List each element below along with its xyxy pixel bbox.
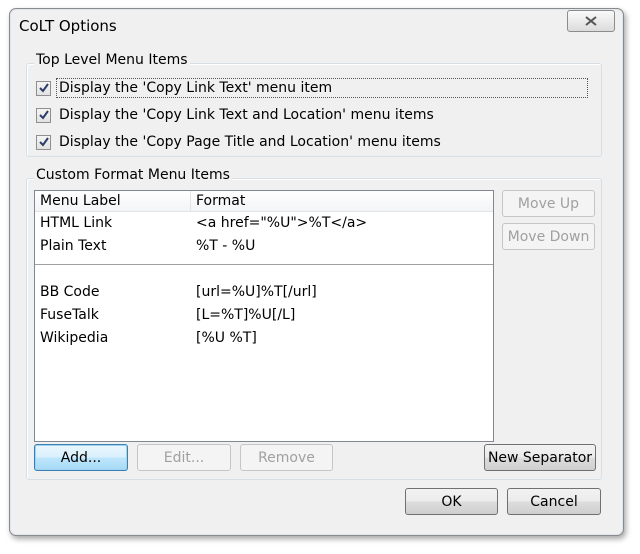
checkbox-copy-page-title-location[interactable]: Display the 'Copy Page Title and Locatio…: [36, 131, 443, 153]
checkmark-icon: [38, 83, 49, 93]
close-icon: [585, 16, 597, 26]
list-item[interactable]: FuseTalk [L=%T]%U[/L]: [35, 305, 493, 327]
checkbox-label: Display the 'Copy Page Title and Locatio…: [59, 134, 441, 150]
item-label: FuseTalk: [40, 307, 99, 323]
top-level-group-label: Top Level Menu Items: [34, 52, 190, 68]
checkbox-label: Display the 'Copy Link Text and Location…: [59, 107, 434, 123]
separator-line: [35, 264, 493, 265]
checkmark-icon: [38, 110, 49, 120]
item-format: <a href="%U">%T</a>: [196, 215, 368, 231]
add-button[interactable]: Add...: [34, 444, 128, 471]
checkmark-icon: [38, 137, 49, 147]
item-label: Plain Text: [40, 238, 107, 254]
column-divider[interactable]: [190, 191, 191, 211]
move-up-button[interactable]: Move Up: [502, 190, 595, 217]
item-label: Wikipedia: [40, 330, 109, 346]
custom-format-group-label: Custom Format Menu Items: [34, 167, 232, 183]
list-item[interactable]: Wikipedia [%U %T]: [35, 328, 493, 350]
item-format: %T - %U: [196, 238, 256, 254]
new-separator-button[interactable]: New Separator: [484, 444, 596, 471]
cancel-button[interactable]: Cancel: [507, 488, 601, 515]
item-format: [url=%U]%T[/url]: [196, 284, 317, 300]
checkbox-box[interactable]: [36, 134, 51, 150]
column-header-menu-label[interactable]: Menu Label: [40, 193, 121, 209]
item-label: BB Code: [40, 284, 100, 300]
item-label: HTML Link: [40, 215, 113, 231]
checkbox-label: Display the 'Copy Link Text' menu item: [56, 78, 588, 98]
list-item-separator[interactable]: [35, 255, 493, 269]
remove-button[interactable]: Remove: [240, 444, 333, 471]
list-item[interactable]: HTML Link <a href="%U">%T</a>: [35, 213, 493, 235]
checkbox-box[interactable]: [36, 80, 51, 96]
close-button[interactable]: [567, 10, 615, 32]
list-item[interactable]: BB Code [url=%U]%T[/url]: [35, 282, 493, 304]
column-header-format[interactable]: Format: [196, 193, 245, 209]
checkbox-copy-link-text[interactable]: Display the 'Copy Link Text' menu item: [36, 77, 588, 99]
ok-button[interactable]: OK: [405, 488, 498, 515]
list-header: Menu Label Format: [35, 191, 493, 212]
item-format: [%U %T]: [196, 330, 257, 346]
move-down-button[interactable]: Move Down: [502, 223, 595, 250]
checkbox-box[interactable]: [36, 107, 51, 123]
custom-format-list[interactable]: Menu Label Format HTML Link <a href="%U"…: [34, 190, 494, 442]
checkbox-copy-link-text-location[interactable]: Display the 'Copy Link Text and Location…: [36, 104, 436, 126]
item-format: [L=%T]%U[/L]: [196, 307, 296, 323]
title-bar: CoLT Options: [10, 9, 623, 41]
edit-button[interactable]: Edit...: [137, 444, 231, 471]
window-title: CoLT Options: [19, 17, 117, 35]
